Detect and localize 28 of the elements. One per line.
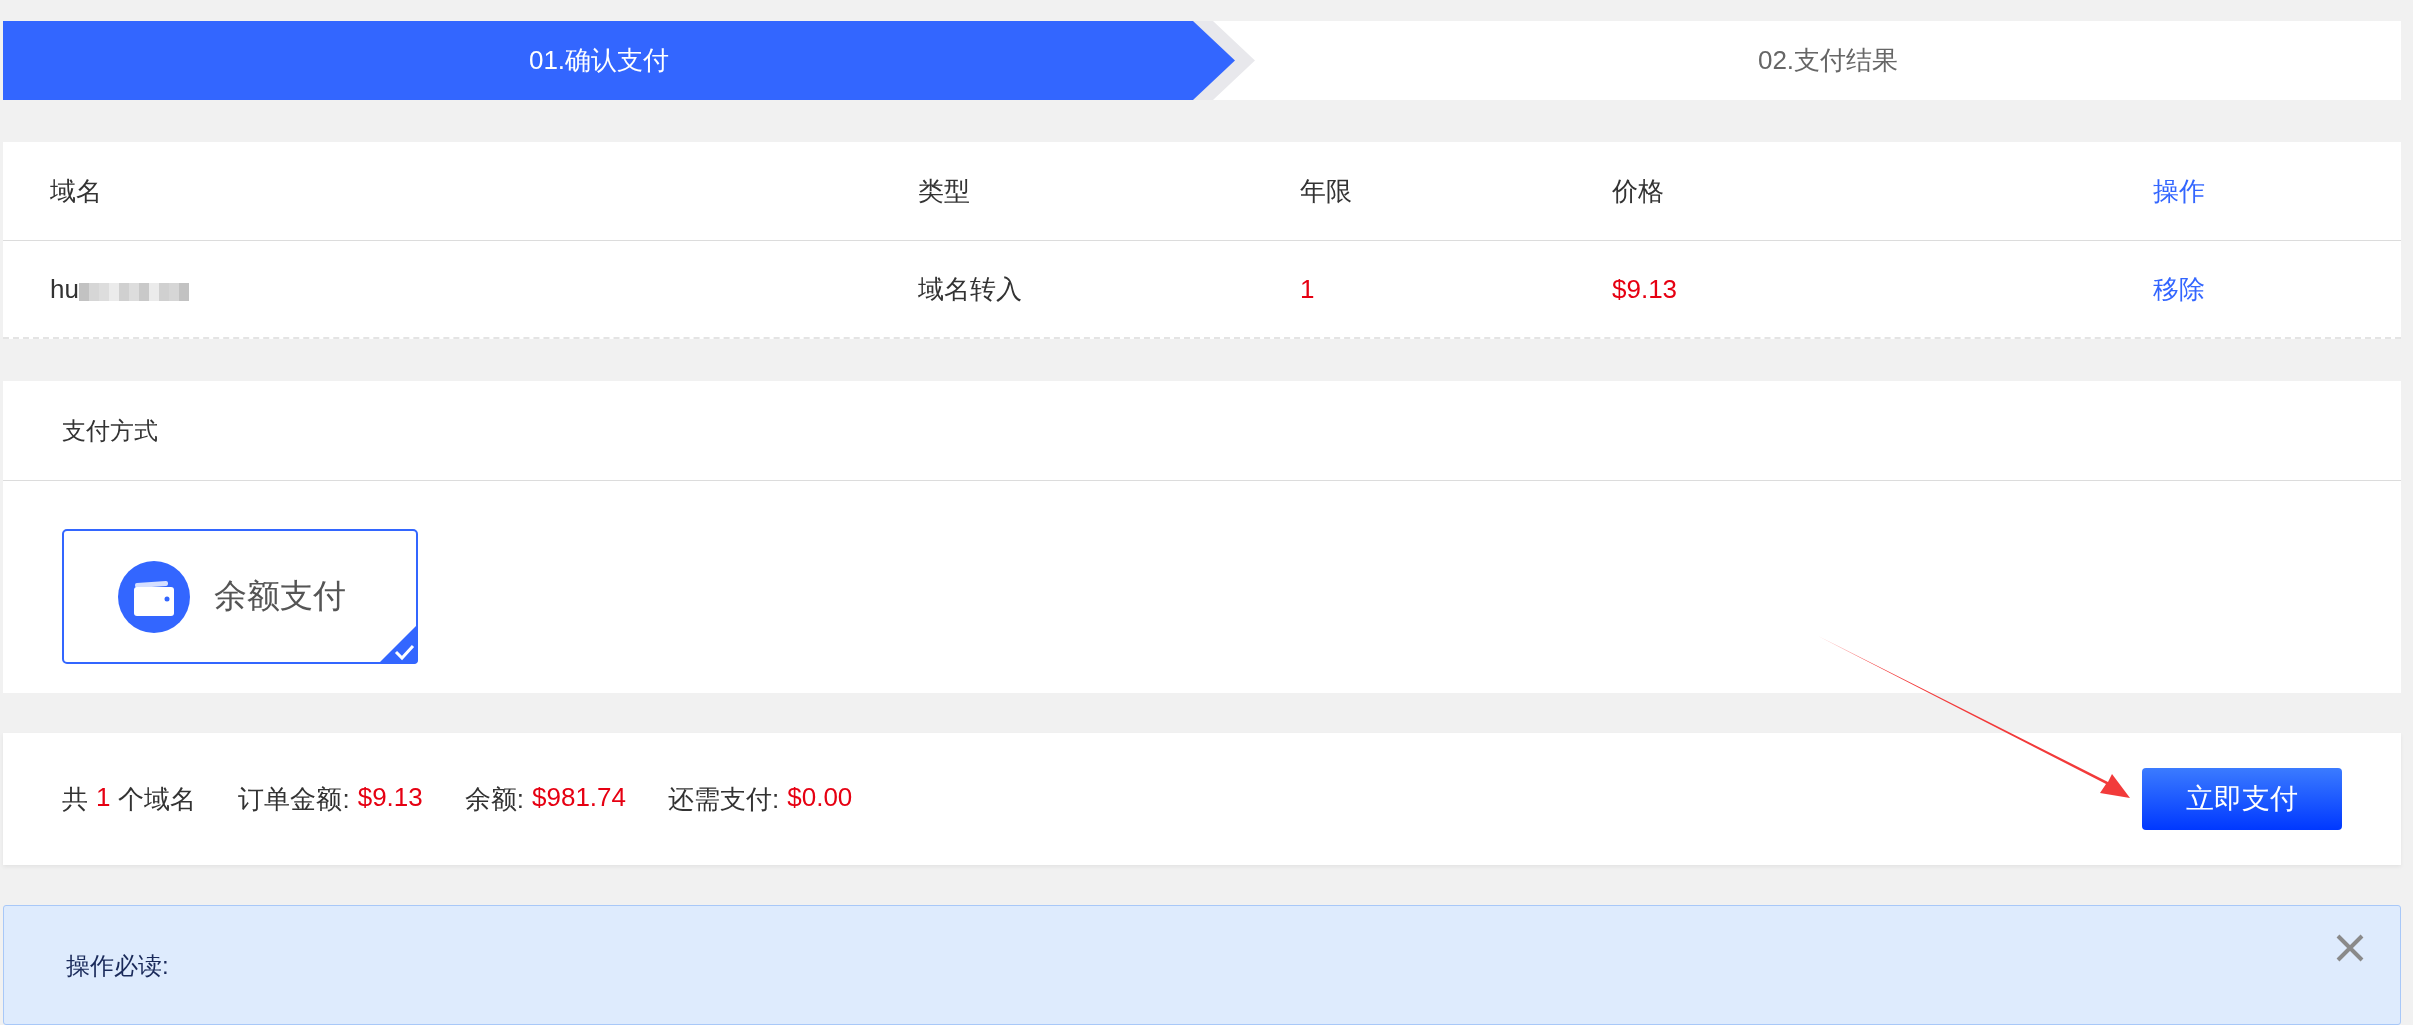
summary-label: 共 <box>62 782 88 816</box>
summary-value: $9.13 <box>357 781 423 814</box>
option-label: 余额支付 <box>214 576 346 616</box>
column-header: 类型 <box>918 174 970 208</box>
table-cell-text: 域名转入 <box>918 272 1022 306</box>
column-header: 价格 <box>1612 174 1664 208</box>
step-tab[interactable]: 01.确认支付 <box>3 21 1235 100</box>
summary-value: $0.00 <box>787 781 853 814</box>
table-cell: hu <box>50 273 79 305</box>
close-icon[interactable] <box>2336 934 2364 962</box>
wallet-icon <box>118 560 190 633</box>
summary-label: 个域名 <box>118 782 197 816</box>
column-header: 操作 <box>2153 174 2205 208</box>
table-cell: $9.13 <box>1612 273 1678 305</box>
summary-value: 1 <box>96 781 111 814</box>
summary-label: 还需支付: <box>668 782 780 816</box>
column-header: 域名 <box>50 174 102 208</box>
table-cell: 1 <box>1300 273 1315 305</box>
remove-link[interactable]: 移除 <box>2153 271 2205 307</box>
pay-now-button[interactable]: 立即支付 <box>2142 768 2342 831</box>
summary-label: 余额: <box>464 782 524 816</box>
notice-title: 操作必读: <box>66 951 169 981</box>
checkmark-icon <box>378 624 418 664</box>
payment-option[interactable]: 余额支付 <box>62 529 418 664</box>
section-title: 支付方式 <box>3 381 2401 481</box>
summary-value: $981.74 <box>532 781 626 814</box>
column-header: 年限 <box>1300 174 1352 208</box>
summary-label: 订单金额: <box>238 782 350 816</box>
